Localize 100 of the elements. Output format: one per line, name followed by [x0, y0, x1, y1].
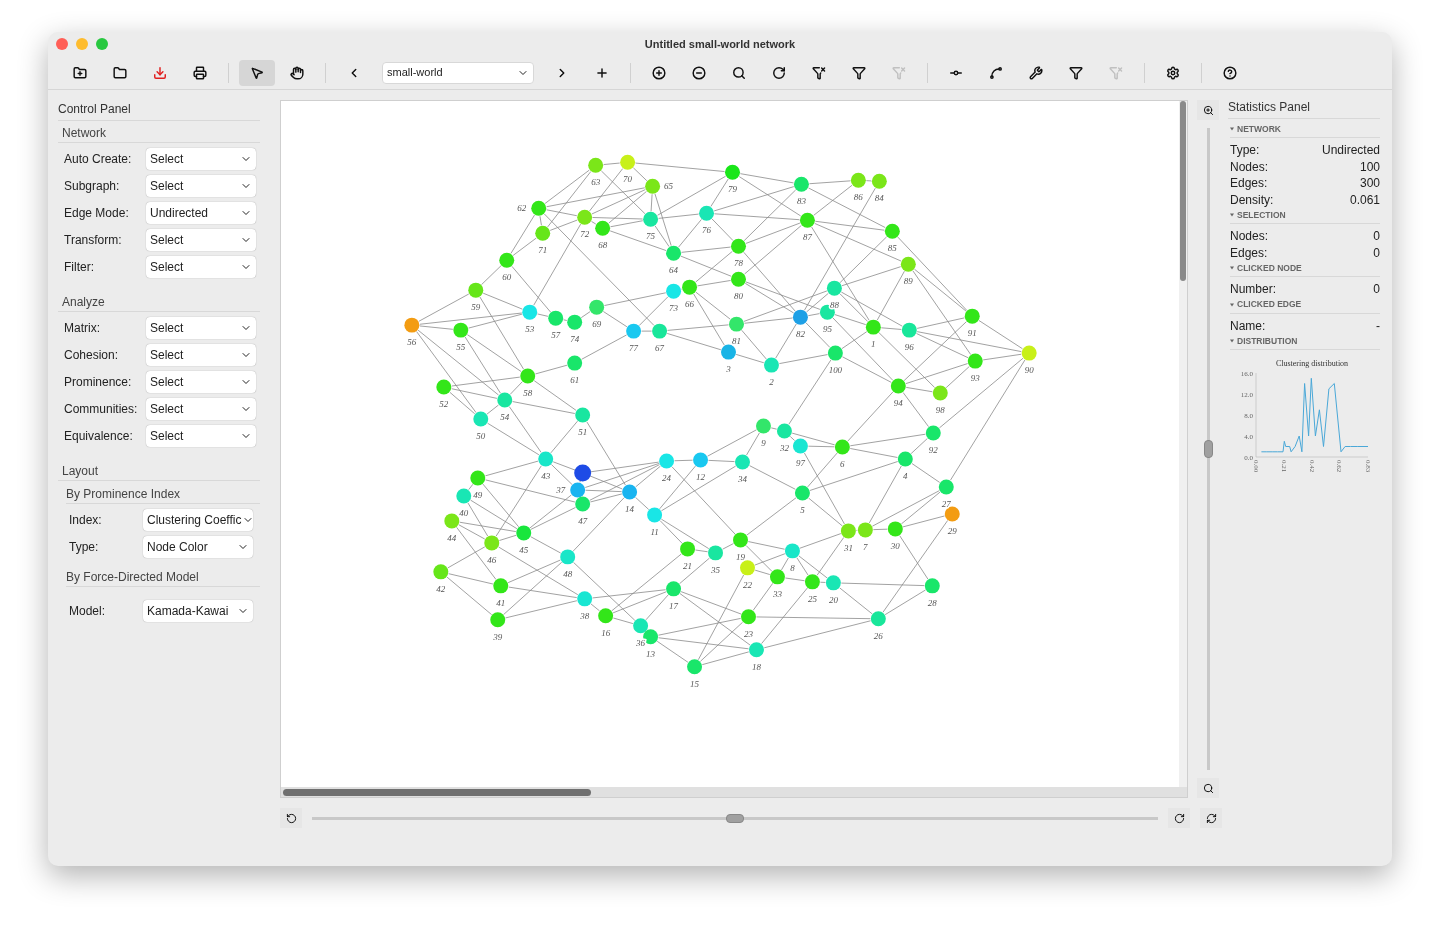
- dropdown[interactable]: Kamada-Kawai: [143, 599, 253, 622]
- dropdown[interactable]: Select: [146, 424, 256, 447]
- node-label: 18: [752, 661, 761, 672]
- section-title: CLICKED NODE: [1237, 261, 1302, 275]
- node-label: 3: [726, 364, 731, 375]
- stat-value: 0: [1373, 244, 1380, 260]
- node-label: 97: [795, 458, 805, 468]
- node-label: 85: [887, 243, 897, 254]
- node-label: 7: [863, 541, 868, 552]
- section-title: CLICKED EDGE: [1237, 298, 1302, 311]
- node-label: 42: [436, 583, 446, 594]
- node-label: 32: [779, 443, 789, 453]
- dropdown[interactable]: Select: [146, 147, 256, 170]
- stat-value: 0: [1373, 228, 1380, 244]
- node-label: 38: [580, 610, 590, 621]
- node-label: 75: [646, 231, 656, 242]
- stat-value: Undirected: [1321, 142, 1380, 158]
- select-value: Select: [150, 373, 184, 391]
- node-label: 67: [655, 343, 665, 354]
- node-label: 46: [487, 554, 497, 565]
- node-label: 84: [874, 193, 884, 204]
- field-label: Index:: [69, 511, 103, 529]
- node-label: 15: [690, 678, 700, 689]
- node-label: 93: [970, 373, 980, 384]
- node-label: 65: [664, 181, 674, 192]
- node-label: 62: [517, 203, 527, 214]
- node-label: 69: [592, 319, 602, 330]
- dropdown[interactable]: Select: [146, 174, 256, 197]
- dropdown[interactable]: Select: [146, 316, 256, 339]
- field-label: Auto Create:: [64, 150, 133, 168]
- select-value: Kamada-Kawai: [147, 602, 229, 620]
- dropdown[interactable]: Clustering Coeffic: [143, 508, 253, 531]
- dropdown[interactable]: Select: [146, 228, 256, 251]
- field-label: Transform:: [64, 231, 123, 249]
- node-label: 34: [738, 473, 747, 484]
- stat-value: 100: [1359, 158, 1380, 174]
- select-value: Node Color: [147, 538, 208, 556]
- panel-title: Control Panel: [58, 100, 260, 121]
- node-label: 44: [447, 532, 457, 543]
- node-label: 56: [407, 337, 417, 348]
- dropdown[interactable]: Node Color: [143, 535, 253, 558]
- node-label: 55: [456, 342, 466, 353]
- node-label: 43: [541, 470, 551, 481]
- network-select[interactable]: small-world: [382, 61, 534, 84]
- node-label: 73: [669, 303, 679, 314]
- field-label: Equivalence:: [64, 427, 134, 445]
- field-label: Subgraph:: [64, 177, 121, 195]
- node-label: 28: [927, 597, 937, 608]
- select-value: Select: [150, 258, 184, 276]
- node-label: 37: [556, 484, 566, 495]
- section-title: NETWORK: [1237, 122, 1281, 136]
- node-label: 40: [459, 507, 469, 518]
- node-label: 79: [728, 184, 737, 195]
- node-label: 64: [669, 265, 679, 276]
- field-label: Filter:: [64, 258, 95, 276]
- select-value: Clustering Coeffic: [147, 511, 242, 529]
- node-label: 8: [790, 562, 795, 573]
- field-label: Prominence:: [64, 373, 133, 391]
- stat-label: Name:: [1230, 317, 1266, 333]
- node-label: 68: [598, 240, 608, 251]
- window-title: Untitled small-world network: [644, 36, 796, 52]
- select-value: Select: [150, 427, 184, 445]
- node-label: 58: [523, 388, 533, 399]
- dropdown[interactable]: Select: [146, 370, 256, 393]
- stat-label: Type:: [1230, 142, 1260, 158]
- node-label: 6: [840, 458, 845, 469]
- node-label: 96: [904, 342, 914, 353]
- node-label: 63: [591, 177, 601, 188]
- node-label: 86: [853, 192, 863, 203]
- select-value: Select: [150, 400, 184, 418]
- node-label: 53: [525, 324, 535, 335]
- stat-value: 0: [1373, 281, 1380, 297]
- dropdown[interactable]: Select: [146, 343, 256, 366]
- node-label: 45: [519, 544, 529, 555]
- dropdown[interactable]: Select: [146, 397, 256, 420]
- node-label: 14: [625, 503, 635, 514]
- stat-value: -: [1376, 317, 1380, 333]
- dropdown[interactable]: Undirected: [146, 201, 256, 224]
- dropdown[interactable]: Select: [146, 255, 256, 278]
- node-label: 59: [471, 302, 481, 313]
- select-value: small-world: [387, 65, 443, 81]
- select-value: Select: [150, 231, 184, 249]
- node-label: 52: [439, 399, 449, 410]
- node-label: 27: [941, 498, 951, 509]
- stat-value: 300: [1359, 175, 1380, 191]
- node-label: 92: [928, 445, 938, 455]
- node-label: 24: [662, 472, 672, 483]
- node-label: 31: [843, 542, 853, 553]
- node-label: 87: [802, 232, 812, 243]
- section-title: Analyze: [58, 293, 260, 312]
- select-value: Select: [150, 346, 184, 364]
- field-label: Communities:: [64, 400, 139, 418]
- select-value: Select: [150, 177, 184, 195]
- stat-label: Number:: [1230, 281, 1276, 297]
- node-label: 49: [473, 489, 483, 500]
- stat-label: Edges:: [1230, 244, 1268, 260]
- select-value: Select: [150, 319, 184, 337]
- stat-label: Density:: [1230, 191, 1274, 207]
- field-label: Edge Mode:: [64, 204, 130, 222]
- node-label: 17: [669, 600, 679, 611]
